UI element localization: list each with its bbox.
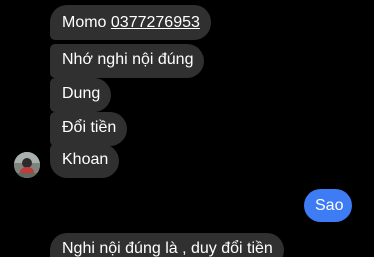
chat-thread: Momo 0377276953 Nhớ nghi nội đúng Dung Đ… [0, 0, 374, 257]
message-text: Sao [315, 197, 344, 214]
message-text: Dung [62, 85, 101, 102]
message-text: Nghi nội đúng là , duy đổi tiền [62, 240, 273, 257]
sender-avatar[interactable] [14, 152, 40, 178]
avatar-image [14, 152, 40, 178]
message-text: Nhớ nghi nội đúng [62, 51, 194, 68]
incoming-message-bubble[interactable]: Nghi nội đúng là , duy đổi tiền [50, 233, 284, 257]
incoming-message-bubble[interactable]: Dung [50, 78, 112, 112]
incoming-message-bubble[interactable]: Momo 0377276953 [50, 5, 211, 40]
incoming-message-bubble[interactable]: Nhớ nghi nội đúng [50, 44, 205, 78]
incoming-message-bubble[interactable]: Khoan [50, 144, 120, 178]
message-text: Momo [62, 14, 111, 31]
phone-number-link[interactable]: 0377276953 [111, 14, 200, 31]
message-text: Đổi tiền [62, 119, 117, 136]
message-text: Khoan [62, 151, 109, 168]
outgoing-message-bubble[interactable]: Sao [304, 189, 352, 222]
incoming-message-bubble[interactable]: Đổi tiền [50, 112, 128, 146]
